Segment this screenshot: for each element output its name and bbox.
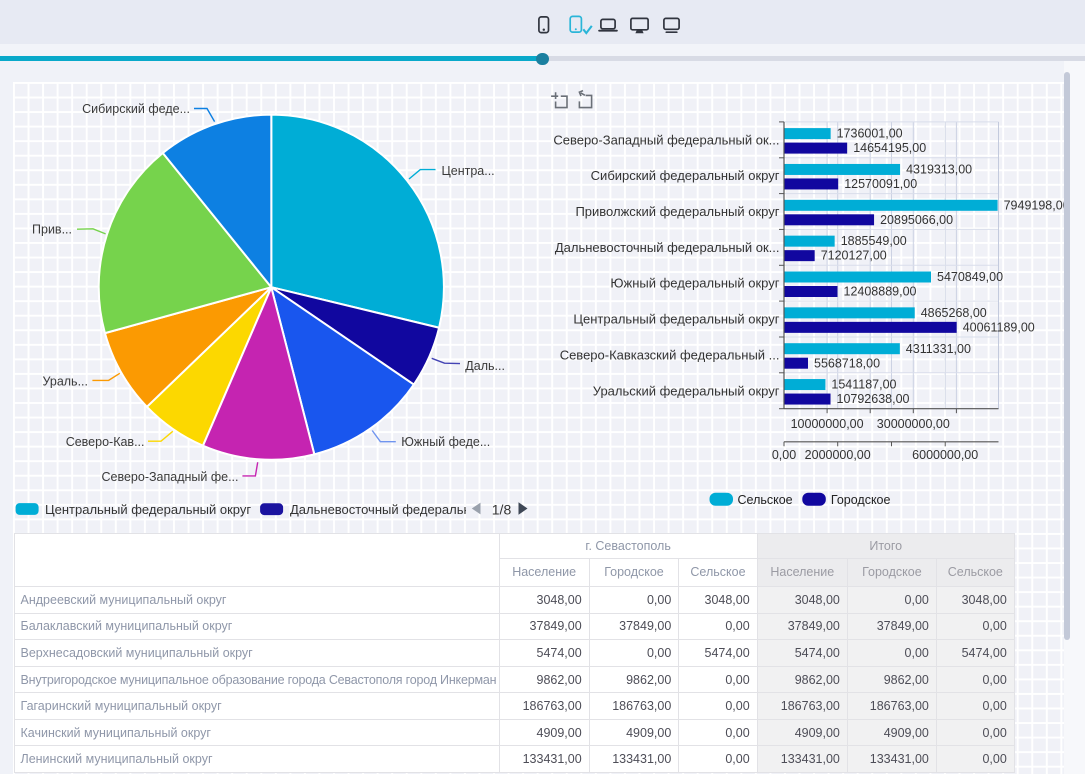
svg-text:Прив...: Прив... [32,223,72,237]
svg-text:Центральный федеральный округ: Центральный федеральный округ [573,312,779,327]
svg-text:Центра...: Центра... [442,164,495,178]
svg-text:5470849,00: 5470849,00 [937,270,1003,284]
svg-text:10000000,00: 10000000,00 [791,417,864,431]
svg-text:Сибирский федеральный округ: Сибирский федеральный округ [591,168,780,183]
svg-text:7120127,00: 7120127,00 [821,249,887,263]
svg-text:Даль...: Даль... [465,359,505,373]
svg-text:Северо-Западный федеральный ок: Северо-Западный федеральный ок... [553,132,779,147]
svg-text:0,00: 0,00 [772,448,796,462]
svg-text:Дальневосточный федеральный ок: Дальневосточный федеральный округ [290,502,522,517]
svg-text:Приволжский федеральный округ: Приволжский федеральный округ [575,204,779,219]
svg-text:1736001,00: 1736001,00 [837,127,903,141]
svg-text:Северо-Кав...: Северо-Кав... [66,435,145,449]
svg-text:7949198,00: 7949198,00 [1004,198,1070,212]
svg-text:Центральный федеральный округ: Центральный федеральный округ [45,502,251,517]
svg-text:Сибирский феде...: Сибирский феде... [82,102,190,116]
svg-text:Северо-Кавказский федеральный: Северо-Кавказский федеральный ... [560,347,780,362]
svg-text:1885549,00: 1885549,00 [841,234,907,248]
svg-text:5568718,00: 5568718,00 [814,356,880,370]
svg-text:2000000,00: 2000000,00 [805,448,871,462]
svg-text:Дальневосточный федеральный ок: Дальневосточный федеральный ок... [555,240,780,255]
svg-text:Уральский федеральный округ: Уральский федеральный округ [593,383,780,398]
svg-text:4319313,00: 4319313,00 [906,163,972,177]
svg-text:12408889,00: 12408889,00 [844,285,917,299]
svg-text:Ураль...: Ураль... [42,375,88,389]
svg-text:10792638,00: 10792638,00 [837,392,910,406]
svg-text:Южный феде...: Южный феде... [401,435,490,449]
svg-text:Сельское: Сельское [738,493,793,507]
svg-text:4311331,00: 4311331,00 [906,342,971,356]
svg-text:12570091,00: 12570091,00 [844,177,917,191]
svg-text:Городское: Городское [831,493,891,507]
svg-text:30000000,00: 30000000,00 [877,417,950,431]
svg-text:20895066,00: 20895066,00 [880,213,953,227]
svg-text:1/8: 1/8 [492,501,512,517]
svg-text:1541187,00: 1541187,00 [831,378,896,392]
svg-text:Северо-Западный фе...: Северо-Западный фе... [101,470,238,484]
svg-text:Южный федеральный округ: Южный федеральный округ [610,276,779,291]
svg-text:40061189,00: 40061189,00 [963,320,1035,334]
svg-text:6000000,00: 6000000,00 [912,448,978,462]
svg-text:4865268,00: 4865268,00 [921,306,987,320]
svg-text:14654195,00: 14654195,00 [853,141,926,155]
